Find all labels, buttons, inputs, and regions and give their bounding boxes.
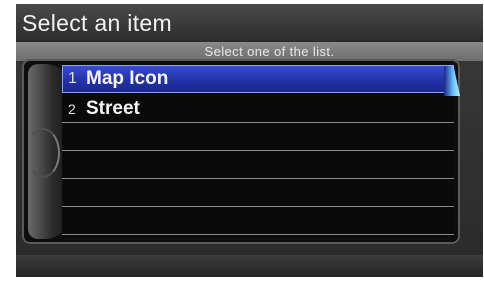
list-item-label: Map Icon	[86, 68, 169, 89]
dial-knob-icon	[26, 128, 60, 178]
list-item-number: 2	[68, 101, 76, 117]
instruction-text: Select one of the list.	[204, 44, 335, 59]
page-title: Select an item	[22, 10, 172, 36]
list-item-empty	[62, 207, 454, 235]
item-list: 1 Map Icon 2 Street	[62, 65, 454, 237]
list-item-empty	[62, 179, 454, 207]
title-bar: Select an item	[16, 4, 483, 42]
list-item-empty	[62, 151, 454, 179]
list-item-map-icon[interactable]: 1 Map Icon	[62, 65, 454, 93]
list-item-number: 1	[68, 70, 77, 87]
bottom-bar	[16, 255, 483, 277]
list-item-label: Street	[86, 98, 140, 119]
list-item-empty	[62, 123, 454, 151]
list-item-street[interactable]: 2 Street	[62, 95, 454, 123]
